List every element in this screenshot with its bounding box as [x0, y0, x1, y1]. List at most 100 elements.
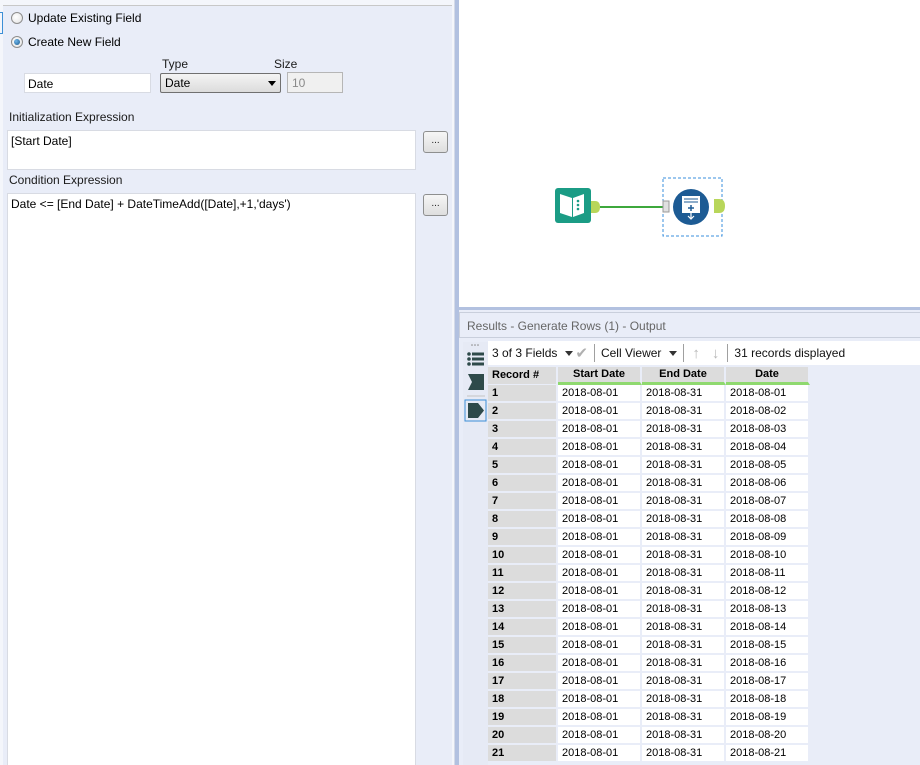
arrow-up-icon[interactable]: ↑: [686, 345, 706, 362]
column-header-record[interactable]: Record #: [488, 367, 558, 385]
end-date-cell[interactable]: 2018-08-31: [642, 493, 726, 510]
start-date-cell[interactable]: 2018-08-01: [558, 583, 642, 600]
date-cell[interactable]: 2018-08-18: [726, 691, 810, 708]
date-cell[interactable]: 2018-08-17: [726, 673, 810, 690]
end-date-cell[interactable]: 2018-08-31: [642, 637, 726, 654]
start-date-cell[interactable]: 2018-08-01: [558, 457, 642, 474]
table-row[interactable]: 4 2018-08-01 2018-08-31 2018-08-04: [488, 439, 810, 457]
end-date-cell[interactable]: 2018-08-31: [642, 727, 726, 744]
table-row[interactable]: 17 2018-08-01 2018-08-31 2018-08-17: [488, 673, 810, 691]
date-cell[interactable]: 2018-08-07: [726, 493, 810, 510]
table-row[interactable]: 18 2018-08-01 2018-08-31 2018-08-18: [488, 691, 810, 709]
end-date-cell[interactable]: 2018-08-31: [642, 421, 726, 438]
date-cell[interactable]: 2018-08-02: [726, 403, 810, 420]
type-select[interactable]: Date: [160, 73, 281, 93]
table-row[interactable]: 14 2018-08-01 2018-08-31 2018-08-14: [488, 619, 810, 637]
record-number-cell[interactable]: 19: [488, 709, 558, 726]
date-cell[interactable]: 2018-08-19: [726, 709, 810, 726]
record-number-cell[interactable]: 1: [488, 385, 558, 402]
table-row[interactable]: 2 2018-08-01 2018-08-31 2018-08-02: [488, 403, 810, 421]
input-data-tool[interactable]: [555, 188, 600, 223]
record-number-cell[interactable]: 18: [488, 691, 558, 708]
end-date-cell[interactable]: 2018-08-31: [642, 529, 726, 546]
start-date-cell[interactable]: 2018-08-01: [558, 691, 642, 708]
column-header-end-date[interactable]: End Date: [642, 367, 726, 385]
checkmark-icon[interactable]: ✔: [575, 344, 588, 362]
start-date-cell[interactable]: 2018-08-01: [558, 655, 642, 672]
output-anchor[interactable]: [591, 201, 600, 213]
input-anchor-icon[interactable]: [468, 374, 484, 390]
record-number-cell[interactable]: 16: [488, 655, 558, 672]
start-date-cell[interactable]: 2018-08-01: [558, 439, 642, 456]
record-number-cell[interactable]: 3: [488, 421, 558, 438]
start-date-cell[interactable]: 2018-08-01: [558, 565, 642, 582]
start-date-cell[interactable]: 2018-08-01: [558, 727, 642, 744]
record-number-cell[interactable]: 17: [488, 673, 558, 690]
start-date-cell[interactable]: 2018-08-01: [558, 673, 642, 690]
date-cell[interactable]: 2018-08-20: [726, 727, 810, 744]
end-date-cell[interactable]: 2018-08-31: [642, 673, 726, 690]
start-date-cell[interactable]: 2018-08-01: [558, 529, 642, 546]
date-cell[interactable]: 2018-08-09: [726, 529, 810, 546]
record-number-cell[interactable]: 2: [488, 403, 558, 420]
start-date-cell[interactable]: 2018-08-01: [558, 475, 642, 492]
date-cell[interactable]: 2018-08-12: [726, 583, 810, 600]
end-date-cell[interactable]: 2018-08-31: [642, 547, 726, 564]
end-date-cell[interactable]: 2018-08-31: [642, 565, 726, 582]
end-date-cell[interactable]: 2018-08-31: [642, 403, 726, 420]
init-expression-editor-button[interactable]: ...: [423, 131, 448, 153]
table-row[interactable]: 1 2018-08-01 2018-08-31 2018-08-01: [488, 385, 810, 403]
table-row[interactable]: 13 2018-08-01 2018-08-31 2018-08-13: [488, 601, 810, 619]
start-date-cell[interactable]: 2018-08-01: [558, 745, 642, 762]
radio-button-checked[interactable]: [11, 36, 23, 48]
date-cell[interactable]: 2018-08-16: [726, 655, 810, 672]
date-cell[interactable]: 2018-08-11: [726, 565, 810, 582]
radio-update-existing-field[interactable]: Update Existing Field: [11, 11, 141, 25]
date-cell[interactable]: 2018-08-21: [726, 745, 810, 762]
table-row[interactable]: 11 2018-08-01 2018-08-31 2018-08-11: [488, 565, 810, 583]
end-date-cell[interactable]: 2018-08-31: [642, 601, 726, 618]
end-date-cell[interactable]: 2018-08-31: [642, 709, 726, 726]
end-date-cell[interactable]: 2018-08-31: [642, 745, 726, 762]
new-field-name-input[interactable]: Date: [24, 73, 151, 93]
table-row[interactable]: 16 2018-08-01 2018-08-31 2018-08-16: [488, 655, 810, 673]
output-anchor[interactable]: [714, 199, 725, 213]
record-number-cell[interactable]: 8: [488, 511, 558, 528]
record-number-cell[interactable]: 6: [488, 475, 558, 492]
fields-selector[interactable]: 3 of 3 Fields: [488, 341, 577, 365]
table-row[interactable]: 20 2018-08-01 2018-08-31 2018-08-20: [488, 727, 810, 745]
record-number-cell[interactable]: 11: [488, 565, 558, 582]
radio-create-new-field[interactable]: Create New Field: [11, 35, 121, 49]
date-cell[interactable]: 2018-08-01: [726, 385, 810, 402]
start-date-cell[interactable]: 2018-08-01: [558, 421, 642, 438]
column-header-date[interactable]: Date: [726, 367, 810, 385]
end-date-cell[interactable]: 2018-08-31: [642, 475, 726, 492]
date-cell[interactable]: 2018-08-14: [726, 619, 810, 636]
end-date-cell[interactable]: 2018-08-31: [642, 511, 726, 528]
table-row[interactable]: 15 2018-08-01 2018-08-31 2018-08-15: [488, 637, 810, 655]
date-cell[interactable]: 2018-08-08: [726, 511, 810, 528]
record-number-cell[interactable]: 21: [488, 745, 558, 762]
start-date-cell[interactable]: 2018-08-01: [558, 403, 642, 420]
table-row[interactable]: 8 2018-08-01 2018-08-31 2018-08-08: [488, 511, 810, 529]
date-cell[interactable]: 2018-08-15: [726, 637, 810, 654]
date-cell[interactable]: 2018-08-04: [726, 439, 810, 456]
record-number-cell[interactable]: 9: [488, 529, 558, 546]
column-header-start-date[interactable]: Start Date: [558, 367, 642, 385]
record-number-cell[interactable]: 15: [488, 637, 558, 654]
cell-viewer-selector[interactable]: Cell Viewer: [597, 341, 681, 365]
record-number-cell[interactable]: 12: [488, 583, 558, 600]
record-number-cell[interactable]: 20: [488, 727, 558, 744]
table-row[interactable]: 19 2018-08-01 2018-08-31 2018-08-19: [488, 709, 810, 727]
end-date-cell[interactable]: 2018-08-31: [642, 619, 726, 636]
start-date-cell[interactable]: 2018-08-01: [558, 619, 642, 636]
end-date-cell[interactable]: 2018-08-31: [642, 385, 726, 402]
arrow-down-icon[interactable]: ↓: [706, 345, 726, 362]
start-date-cell[interactable]: 2018-08-01: [558, 493, 642, 510]
end-date-cell[interactable]: 2018-08-31: [642, 457, 726, 474]
start-date-cell[interactable]: 2018-08-01: [558, 511, 642, 528]
table-row[interactable]: 9 2018-08-01 2018-08-31 2018-08-09: [488, 529, 810, 547]
record-number-cell[interactable]: 5: [488, 457, 558, 474]
start-date-cell[interactable]: 2018-08-01: [558, 547, 642, 564]
record-number-cell[interactable]: 14: [488, 619, 558, 636]
